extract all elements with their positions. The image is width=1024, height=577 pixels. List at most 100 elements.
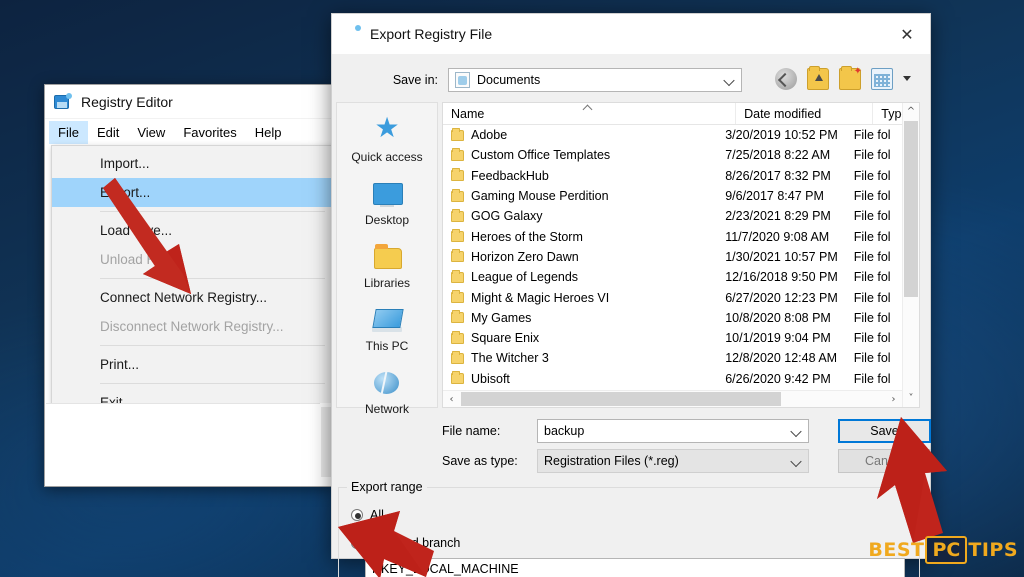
radio-button-icon[interactable] xyxy=(351,509,363,521)
export-range-legend: Export range xyxy=(347,480,427,494)
file-list-vertical-scrollbar[interactable]: ^ ˅ xyxy=(902,103,919,407)
this-pc-icon xyxy=(370,306,404,336)
export-range-group: Export range All Selected branch HKEY_LO… xyxy=(338,480,920,577)
menu-item-load-hive[interactable]: Load Hive... xyxy=(52,216,333,245)
column-header-date-modified[interactable]: Date modified xyxy=(736,103,874,124)
date-modified-cell: 1/30/2021 10:57 PM xyxy=(725,249,838,264)
radio-button-icon[interactable] xyxy=(351,537,363,549)
selected-branch-input[interactable]: HKEY_LOCAL_MACHINE xyxy=(365,558,905,577)
menu-view[interactable]: View xyxy=(128,121,174,144)
views-chevron-down-icon[interactable] xyxy=(903,75,912,84)
menu-item-print[interactable]: Print... xyxy=(52,350,333,379)
type-cell: File fol xyxy=(853,189,891,204)
views-icon[interactable] xyxy=(871,68,893,90)
save-as-type-label: Save as type: xyxy=(442,454,518,468)
table-row[interactable]: Custom Office Templates 7/25/2018 8:22 AM… xyxy=(443,145,902,165)
registry-editor-window: Registry Editor File Edit View Favorites… xyxy=(44,84,334,487)
date-modified-cell: 6/27/2020 12:23 PM xyxy=(725,290,838,305)
scroll-left-icon[interactable]: ‹ xyxy=(443,391,460,408)
chevron-down-icon xyxy=(725,76,734,85)
file-name-text: FeedbackHub xyxy=(471,168,549,183)
file-name-cell: Adobe xyxy=(443,127,717,142)
table-row[interactable]: League of Legends 12/16/2018 9:50 PM File … xyxy=(443,267,902,287)
file-name-value: backup xyxy=(544,424,585,438)
type-cell: File fol xyxy=(853,148,891,163)
radio-selected-branch[interactable]: Selected branch xyxy=(351,536,460,550)
libraries-folder-icon xyxy=(370,243,404,273)
menu-item-import[interactable]: Import... xyxy=(52,149,333,178)
menu-separator xyxy=(100,383,325,384)
table-row[interactable]: Adobe 3/20/2019 10:52 PM File fol xyxy=(443,125,902,145)
table-row[interactable]: The Witcher 3 12/8/2020 12:48 AM File fol xyxy=(443,348,902,368)
folder-icon xyxy=(451,371,464,385)
file-list-horizontal-scrollbar[interactable]: ‹ › xyxy=(443,390,902,407)
file-name-text: League of Legends xyxy=(471,270,579,285)
date-modified-cell: 12/16/2018 9:50 PM xyxy=(725,270,838,285)
save-button[interactable]: Save xyxy=(838,419,931,443)
place-libraries[interactable]: Libraries xyxy=(337,239,437,294)
file-name-text: Might & Magic Heroes VI xyxy=(471,290,610,305)
scroll-up-icon[interactable]: ^ xyxy=(903,103,919,120)
file-name-cell: Ubisoft xyxy=(443,371,717,386)
menu-item-disconnect-network-registry: Disconnect Network Registry... xyxy=(100,319,284,334)
menu-item-export[interactable]: Export... xyxy=(52,178,333,207)
place-label: Libraries xyxy=(363,276,411,290)
scrollbar-thumb[interactable] xyxy=(904,121,918,297)
table-row[interactable]: Heroes of the Storm 11/7/2020 9:08 AM File… xyxy=(443,226,902,246)
scroll-down-icon[interactable]: ˅ xyxy=(903,390,919,407)
column-header-name[interactable]: Name xyxy=(443,103,737,124)
up-folder-icon[interactable] xyxy=(807,66,829,90)
registry-editor-icon xyxy=(54,92,72,111)
menu-item-connect-network-registry[interactable]: Connect Network Registry... xyxy=(52,283,333,312)
place-label: Network xyxy=(364,402,409,416)
column-header-label: Date modified xyxy=(744,106,822,121)
file-list[interactable]: Name Date modified Type Adobe 3/20/2019 1… xyxy=(442,102,920,408)
new-folder-icon[interactable]: ✦ xyxy=(839,66,862,90)
menu-separator xyxy=(100,211,325,212)
type-cell: File fol xyxy=(853,371,891,386)
place-this-pc[interactable]: This PC xyxy=(337,302,437,357)
table-row[interactable]: Ubisoft 6/26/2020 9:42 PM File fol xyxy=(443,369,902,389)
file-name-text: Ubisoft xyxy=(471,371,510,386)
table-row[interactable]: Gaming Mouse Perdition 9/6/2017 8:47 PM Fi… xyxy=(443,186,902,206)
table-row[interactable]: Might & Magic Heroes VI 6/27/2020 12:23 P… xyxy=(443,287,902,307)
place-quick-access[interactable]: Quick access xyxy=(337,113,437,168)
place-desktop[interactable]: Desktop xyxy=(337,176,437,231)
watermark-left-text: BEST xyxy=(868,539,925,561)
cancel-button[interactable]: Cancel xyxy=(838,449,931,473)
radio-all[interactable]: All xyxy=(351,508,384,522)
registry-tree-pane[interactable] xyxy=(46,403,332,485)
table-row[interactable]: Square Enix 10/1/2019 9:04 PM File fol xyxy=(443,328,902,348)
save-in-label: Save in: xyxy=(392,73,438,87)
menu-file[interactable]: File xyxy=(49,120,88,144)
date-modified-cell: 6/26/2020 9:42 PM xyxy=(725,371,831,386)
file-name-cell: Might & Magic Heroes VI xyxy=(443,290,717,305)
table-row[interactable]: FeedbackHub 8/26/2017 8:32 PM File fol xyxy=(443,166,902,186)
scrollbar-thumb[interactable] xyxy=(461,392,781,406)
places-bar: Quick access Desktop Libraries This PC N… xyxy=(336,102,438,416)
back-icon[interactable] xyxy=(775,68,797,90)
file-name-cell: My Games xyxy=(443,310,717,325)
menu-favorites[interactable]: Favorites xyxy=(174,121,245,144)
chevron-down-icon[interactable] xyxy=(792,457,801,466)
dialog-toolbar: ✦ xyxy=(775,66,912,90)
file-name-label: File name: xyxy=(442,424,501,438)
save-in-combobox[interactable]: Documents xyxy=(448,68,742,92)
table-row[interactable]: GOG Galaxy 2/23/2021 8:29 PM File fol xyxy=(443,206,902,226)
menu-edit[interactable]: Edit xyxy=(88,121,128,144)
place-network[interactable]: Network xyxy=(337,365,437,420)
type-cell: File fol xyxy=(853,351,891,366)
table-row[interactable]: My Games 10/8/2020 8:08 PM File fol xyxy=(443,308,902,328)
close-icon[interactable]: ✕ xyxy=(884,14,930,54)
file-name-input[interactable]: backup xyxy=(537,419,809,443)
type-cell: File fol xyxy=(853,209,891,224)
folder-icon xyxy=(451,330,464,344)
chevron-down-icon[interactable] xyxy=(792,427,801,436)
date-modified-cell: 10/8/2020 8:08 PM xyxy=(725,310,831,325)
folder-icon xyxy=(451,168,464,182)
save-as-type-combobox[interactable]: Registration Files (*.reg) xyxy=(537,449,809,473)
table-row[interactable]: Horizon Zero Dawn 1/30/2021 10:57 PM File … xyxy=(443,247,902,267)
menu-help[interactable]: Help xyxy=(246,121,291,144)
network-globe-icon xyxy=(370,369,404,399)
scroll-right-icon[interactable]: › xyxy=(885,391,902,408)
